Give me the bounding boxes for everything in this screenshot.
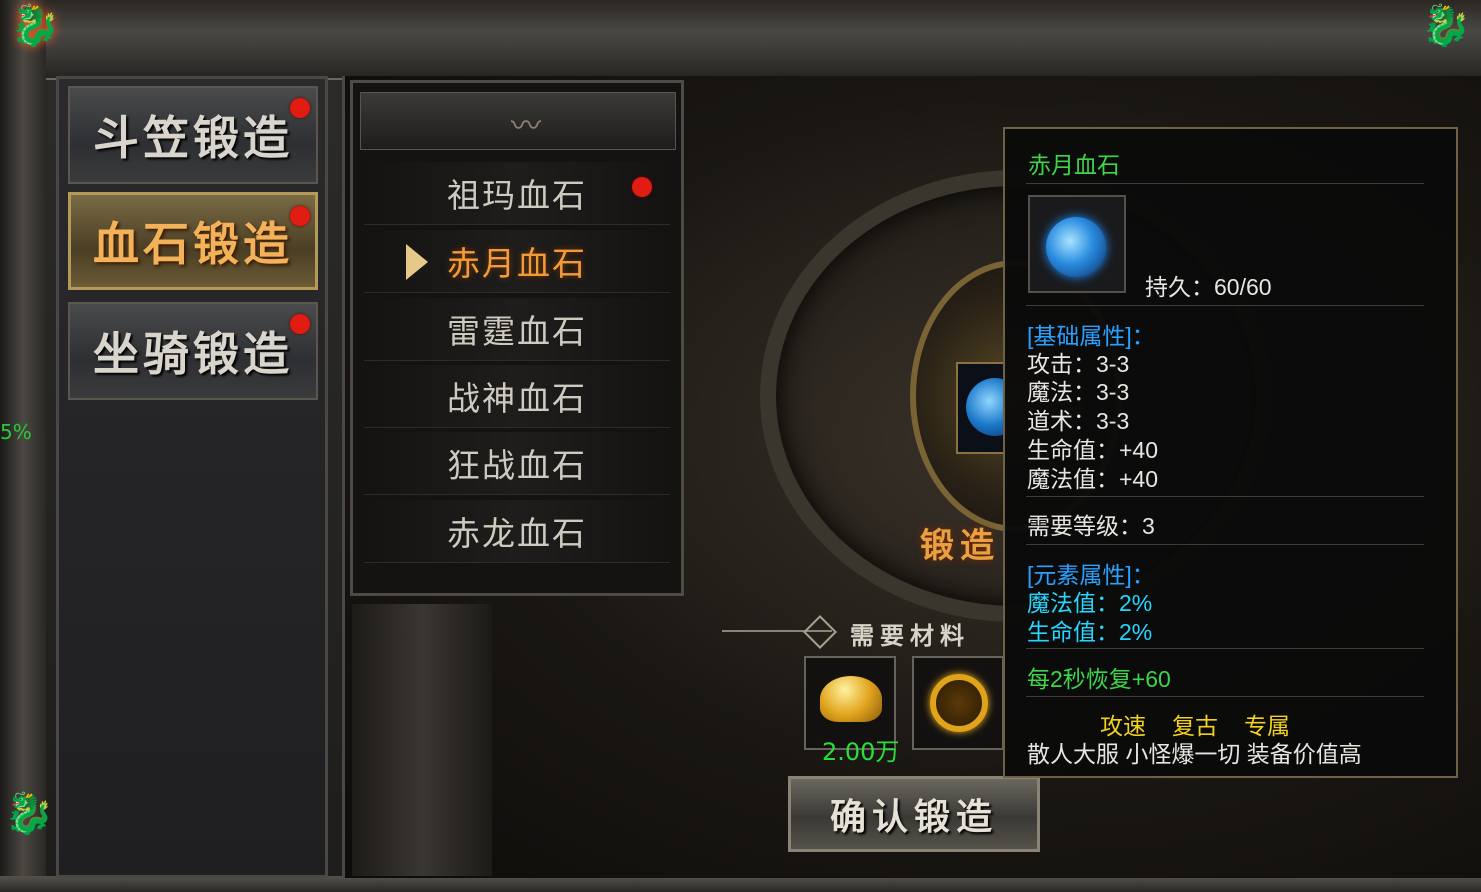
item-icon-frame	[1028, 195, 1126, 293]
dragon-ornament-icon: 〰	[511, 109, 541, 144]
list-item[interactable]: 祖玛血石	[364, 162, 670, 225]
separator	[1026, 648, 1424, 649]
list-item[interactable]: 战神血石	[364, 365, 670, 428]
separator	[1026, 544, 1424, 545]
gold-amount: 2.00万	[822, 738, 900, 766]
frame-left-border	[0, 0, 46, 892]
tab-blood-stone-forge[interactable]: 血石锻造	[68, 192, 318, 290]
dragon-ornament-icon: 🐉	[1421, 3, 1471, 49]
required-level: 需要等级：3	[1027, 513, 1155, 539]
forge-title: 锻造	[920, 526, 1000, 566]
list-item-label: 战神血石	[447, 379, 587, 418]
list-item-label: 赤月血石	[447, 244, 587, 283]
stone-pillar-decoration	[352, 604, 492, 876]
element-stat-line: 生命值：2%	[1027, 619, 1153, 645]
list-item-label: 雷霆血石	[447, 312, 587, 351]
separator	[1026, 305, 1424, 306]
dragon-ornament-icon: 🐉	[4, 791, 54, 837]
tab-mount-forge[interactable]: 坐骑锻造	[68, 302, 318, 400]
list-item-label: 赤龙血石	[447, 514, 587, 553]
tooltip-footer: 散人大服 小怪爆一切 装备价值高	[1027, 741, 1362, 767]
blood-stone-icon	[966, 378, 1004, 436]
separator	[1026, 696, 1424, 697]
list-item-label: 祖玛血石	[447, 176, 587, 215]
edge-percent-text: 5%	[0, 420, 32, 444]
tab-bamboo-hat-forge[interactable]: 斗笠锻造	[68, 86, 318, 184]
materials-title: 需要材料	[850, 621, 970, 650]
list-item[interactable]: 赤龙血石	[364, 500, 670, 563]
gold-ring-icon	[930, 674, 988, 732]
dragon-ornament-icon: 🐉	[10, 3, 60, 49]
confirm-forge-label: 确认锻造	[829, 796, 998, 838]
list-item[interactable]: 狂战血石	[364, 432, 670, 495]
item-name: 赤月血石	[1028, 152, 1120, 178]
gold-ingot-icon	[820, 676, 882, 722]
notification-dot-icon	[290, 98, 310, 118]
list-item-label: 狂战血石	[447, 446, 587, 485]
stat-line: 魔法值：+40	[1027, 466, 1159, 492]
selection-arrow-icon	[406, 244, 428, 280]
blood-stone-icon	[1046, 217, 1106, 277]
separator	[1026, 183, 1424, 184]
forge-result-slot[interactable]	[956, 362, 1006, 454]
tab-label: 坐骑锻造	[93, 327, 293, 381]
tab-label: 血石锻造	[93, 217, 293, 271]
frame-top-border	[0, 0, 1481, 80]
notification-dot-icon	[290, 206, 310, 226]
separator	[1026, 496, 1424, 497]
tab-label: 斗笠锻造	[93, 111, 293, 165]
frame-bottom-border	[0, 876, 1481, 892]
notification-dot-icon	[632, 177, 652, 197]
regen-text: 每2秒恢复+60	[1027, 666, 1171, 692]
material-slot-ring[interactable]	[912, 656, 1004, 750]
notification-dot-icon	[290, 314, 310, 334]
list-item[interactable]: 雷霆血石	[364, 298, 670, 361]
stone-list-header: 〰	[360, 92, 676, 150]
confirm-forge-button[interactable]: 确认锻造	[788, 776, 1040, 852]
durability-text: 持久：60/60	[1145, 274, 1272, 300]
